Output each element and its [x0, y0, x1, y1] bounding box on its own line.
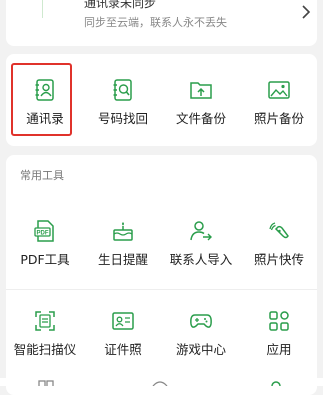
tab-profile-icon[interactable] [268, 380, 284, 386]
tool-label: 证件照 [104, 342, 142, 357]
pdf-icon: PDF [34, 220, 54, 242]
number-recovery-icon [113, 79, 132, 101]
backup-item-number-recovery[interactable]: 号码找回 [84, 78, 162, 138]
sync-subtitle: 同步至云端，联系人永不丢失 [84, 16, 227, 29]
contact-book-icon [35, 79, 54, 101]
tool-smart-scanner[interactable]: 智能扫描仪 [6, 309, 84, 369]
sync-title: 通讯录未同步 [84, 0, 157, 10]
common-tools-card: 常用工具 PDF PDF工具 生日提醒 联系人导入 照片快传 智能扫描仪 证件照… [6, 155, 317, 395]
contact-import-icon [190, 221, 212, 241]
id-photo-icon [112, 312, 134, 330]
tool-label: 照片快传 [253, 252, 304, 267]
tool-id-photo[interactable]: 证件照 [84, 309, 162, 369]
backup-card: 通讯录 号码找回 文件备份 照片备份 [6, 54, 317, 146]
chevron-right-icon [302, 5, 311, 19]
backup-item-file-backup[interactable]: 文件备份 [162, 78, 240, 138]
apps-grid-icon [269, 311, 289, 331]
gamepad-icon [190, 314, 212, 328]
tool-birthday-reminder[interactable]: 生日提醒 [84, 219, 162, 279]
tool-label: 联系人导入 [169, 252, 233, 267]
tool-label: 生日提醒 [97, 252, 148, 267]
tool-label: 游戏中心 [175, 342, 226, 357]
tool-label: 智能扫描仪 [13, 342, 77, 357]
tool-photo-transfer[interactable]: 照片快传 [240, 219, 318, 279]
tab-discover-icon[interactable] [152, 380, 168, 386]
birthday-cake-icon [113, 222, 133, 241]
tool-contact-import[interactable]: 联系人导入 [162, 219, 240, 279]
tab-home-icon[interactable] [38, 380, 54, 386]
backup-item-label: 照片备份 [253, 111, 304, 126]
tool-label: 应用 [266, 342, 292, 357]
tool-game-center[interactable]: 游戏中心 [162, 309, 240, 369]
folder-upload-icon [190, 82, 212, 99]
photo-transfer-icon [269, 222, 289, 239]
backup-item-contacts[interactable]: 通讯录 [6, 78, 84, 138]
backup-item-photo-backup[interactable]: 照片备份 [240, 78, 318, 138]
scanner-icon [35, 311, 55, 331]
tool-label: PDF工具 [20, 252, 70, 267]
tool-pdf[interactable]: PDF PDF工具 [6, 219, 84, 279]
divider [6, 289, 317, 290]
sync-status-card[interactable]: 通讯录未同步 同步至云端，联系人永不丢失 [6, 0, 317, 46]
sync-indicator-line [42, 0, 43, 18]
section-title: 常用工具 [20, 169, 64, 182]
backup-item-label: 通讯录 [26, 111, 64, 126]
tool-apps[interactable]: 应用 [240, 309, 318, 369]
svg-text:PDF: PDF [37, 231, 49, 237]
photo-icon [268, 81, 290, 99]
backup-item-label: 号码找回 [97, 111, 148, 126]
backup-item-label: 文件备份 [175, 111, 226, 126]
